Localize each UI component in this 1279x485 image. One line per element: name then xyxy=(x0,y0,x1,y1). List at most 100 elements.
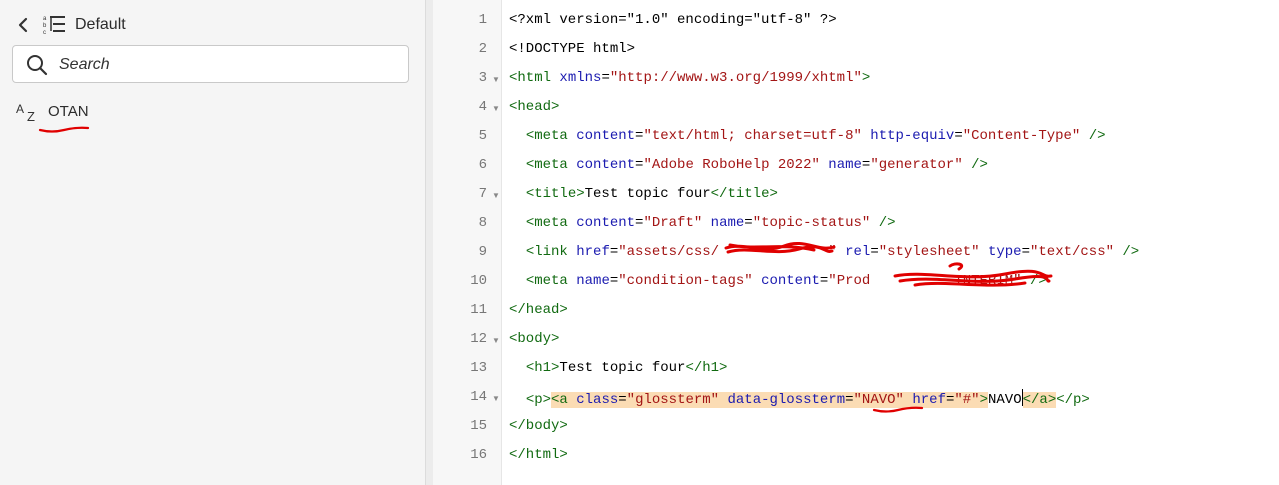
code-line[interactable]: <head> xyxy=(509,99,559,115)
glossary-term-item[interactable]: OTAN xyxy=(48,103,89,120)
search-icon xyxy=(27,55,48,76)
line-number: 12 xyxy=(470,331,487,347)
tag: <a xyxy=(551,392,568,408)
tag: <h1> xyxy=(525,360,560,376)
tag: > xyxy=(861,70,871,86)
text-node: Test topic four xyxy=(559,360,686,376)
code-line[interactable]: <meta content="Draft" name="topic-status… xyxy=(509,215,896,231)
line-number: 2 xyxy=(478,41,487,57)
chevron-left-icon[interactable] xyxy=(14,15,34,35)
tag: <html xyxy=(509,70,552,86)
redaction-scribble xyxy=(893,262,1053,287)
attr-name: http-equiv xyxy=(870,128,955,144)
sort-az-icon: A Z xyxy=(16,102,35,123)
fold-toggle-icon[interactable]: ▼ xyxy=(492,336,500,345)
tag: > xyxy=(979,392,988,408)
attr-name: content xyxy=(576,157,636,173)
tag: /> xyxy=(971,157,988,173)
code-line[interactable]: <html xmlns="http://www.w3.org/1999/xhtm… xyxy=(509,70,870,86)
panel-title: Default xyxy=(75,16,126,33)
attr-name: content xyxy=(576,128,636,144)
fold-toggle-icon[interactable]: ▼ xyxy=(492,394,500,403)
code-line[interactable]: <h1>Test topic four</h1> xyxy=(509,360,728,376)
attr-name: class xyxy=(576,392,619,408)
code-line[interactable]: <p><a class="glossterm" data-glossterm="… xyxy=(509,389,1090,408)
attr-value: "stylesheet" xyxy=(878,244,980,260)
line-number: 13 xyxy=(470,360,487,376)
tag: <meta xyxy=(525,273,568,289)
line-number: 7 xyxy=(478,186,487,202)
line-number: 14 xyxy=(470,389,487,405)
glossary-panel: a b c Default A Z OTAN xyxy=(0,0,425,485)
tag: </body> xyxy=(509,418,568,434)
svg-text:c: c xyxy=(43,30,46,36)
text-node: NAVO xyxy=(988,392,1022,408)
redaction-scribble xyxy=(724,241,836,254)
tag: /> xyxy=(1122,244,1140,260)
line-number: 10 xyxy=(470,273,487,289)
search-input[interactable] xyxy=(57,52,401,78)
attr-value: "condition-tags" xyxy=(618,273,753,289)
code-line[interactable]: <body> xyxy=(509,331,559,347)
line-number: 16 xyxy=(470,447,487,463)
attr-value: "text/html; charset=utf-8" xyxy=(643,128,862,144)
line-number: 4 xyxy=(478,99,487,115)
attr-value: "http://www.w3.org/1999/xhtml" xyxy=(609,70,862,86)
tag: <meta xyxy=(525,157,568,173)
sort-list-icon[interactable]: a b c xyxy=(43,13,67,37)
tag: /> xyxy=(878,215,896,231)
tag: </h1> xyxy=(685,360,728,376)
tag: <link xyxy=(525,244,568,260)
attr-value: "generator" xyxy=(870,157,963,173)
line-number: 11 xyxy=(470,302,487,318)
line-number: 3 xyxy=(478,70,487,86)
line-number: 15 xyxy=(470,418,487,434)
attr-name: content xyxy=(576,215,636,231)
code-line[interactable]: </head> xyxy=(509,302,568,318)
text-node: Test topic four xyxy=(584,186,711,202)
code-line[interactable]: <title>Test topic four</title> xyxy=(509,186,778,202)
search-box[interactable] xyxy=(12,45,409,83)
line-number: 1 xyxy=(478,12,487,28)
svg-text:Z: Z xyxy=(27,109,35,123)
fold-toggle-icon[interactable]: ▼ xyxy=(492,75,500,84)
attr-value: "glossterm" xyxy=(626,392,720,408)
panel-splitter[interactable] xyxy=(425,0,433,485)
code-line[interactable]: </html> xyxy=(509,447,568,463)
line-number: 9 xyxy=(478,244,487,260)
tag: <meta xyxy=(525,215,568,231)
xml-declaration: <?xml version="1.0" encoding="utf-8" ?> xyxy=(509,12,837,28)
code-line[interactable]: <meta content="Adobe RoboHelp 2022" name… xyxy=(509,157,988,173)
line-number: 5 xyxy=(478,128,487,144)
code-line[interactable]: <!DOCTYPE html> xyxy=(509,41,635,57)
attr-value: "topic-status" xyxy=(752,215,871,231)
attr-name: name xyxy=(828,157,862,173)
tag: <p> xyxy=(525,392,552,408)
tag: </title> xyxy=(710,186,778,202)
red-underline-annotation xyxy=(872,406,924,413)
attr-name: name xyxy=(710,215,745,231)
code-line[interactable]: </body> xyxy=(509,418,568,434)
attr-name: name xyxy=(576,273,610,289)
attr-name: data-glossterm xyxy=(727,392,846,408)
tag: <meta xyxy=(525,128,568,144)
attr-value: "Adobe RoboHelp 2022" xyxy=(643,157,820,173)
line-number: 8 xyxy=(478,215,487,231)
attr-value: "Draft" xyxy=(643,215,703,231)
code-line[interactable]: <?xml version="1.0" encoding="utf-8" ?> xyxy=(509,12,837,28)
tag: </head> xyxy=(509,302,568,318)
svg-text:A: A xyxy=(16,102,24,116)
tag: </html> xyxy=(509,447,568,463)
attr-value: "#" xyxy=(954,392,980,408)
fold-toggle-icon[interactable]: ▼ xyxy=(492,104,500,113)
attr-name: content xyxy=(761,273,820,289)
tag: </p> xyxy=(1056,392,1090,408)
tag: <title> xyxy=(525,186,585,202)
tag: </a> xyxy=(1022,392,1057,408)
attr-name: type xyxy=(987,244,1022,260)
tag: <body> xyxy=(509,331,560,347)
code-line[interactable]: <meta content="text/html; charset=utf-8"… xyxy=(509,128,1106,144)
tag: /> xyxy=(1088,128,1106,144)
fold-toggle-icon[interactable]: ▼ xyxy=(492,191,500,200)
attr-value: "assets/css/ xyxy=(618,244,720,260)
